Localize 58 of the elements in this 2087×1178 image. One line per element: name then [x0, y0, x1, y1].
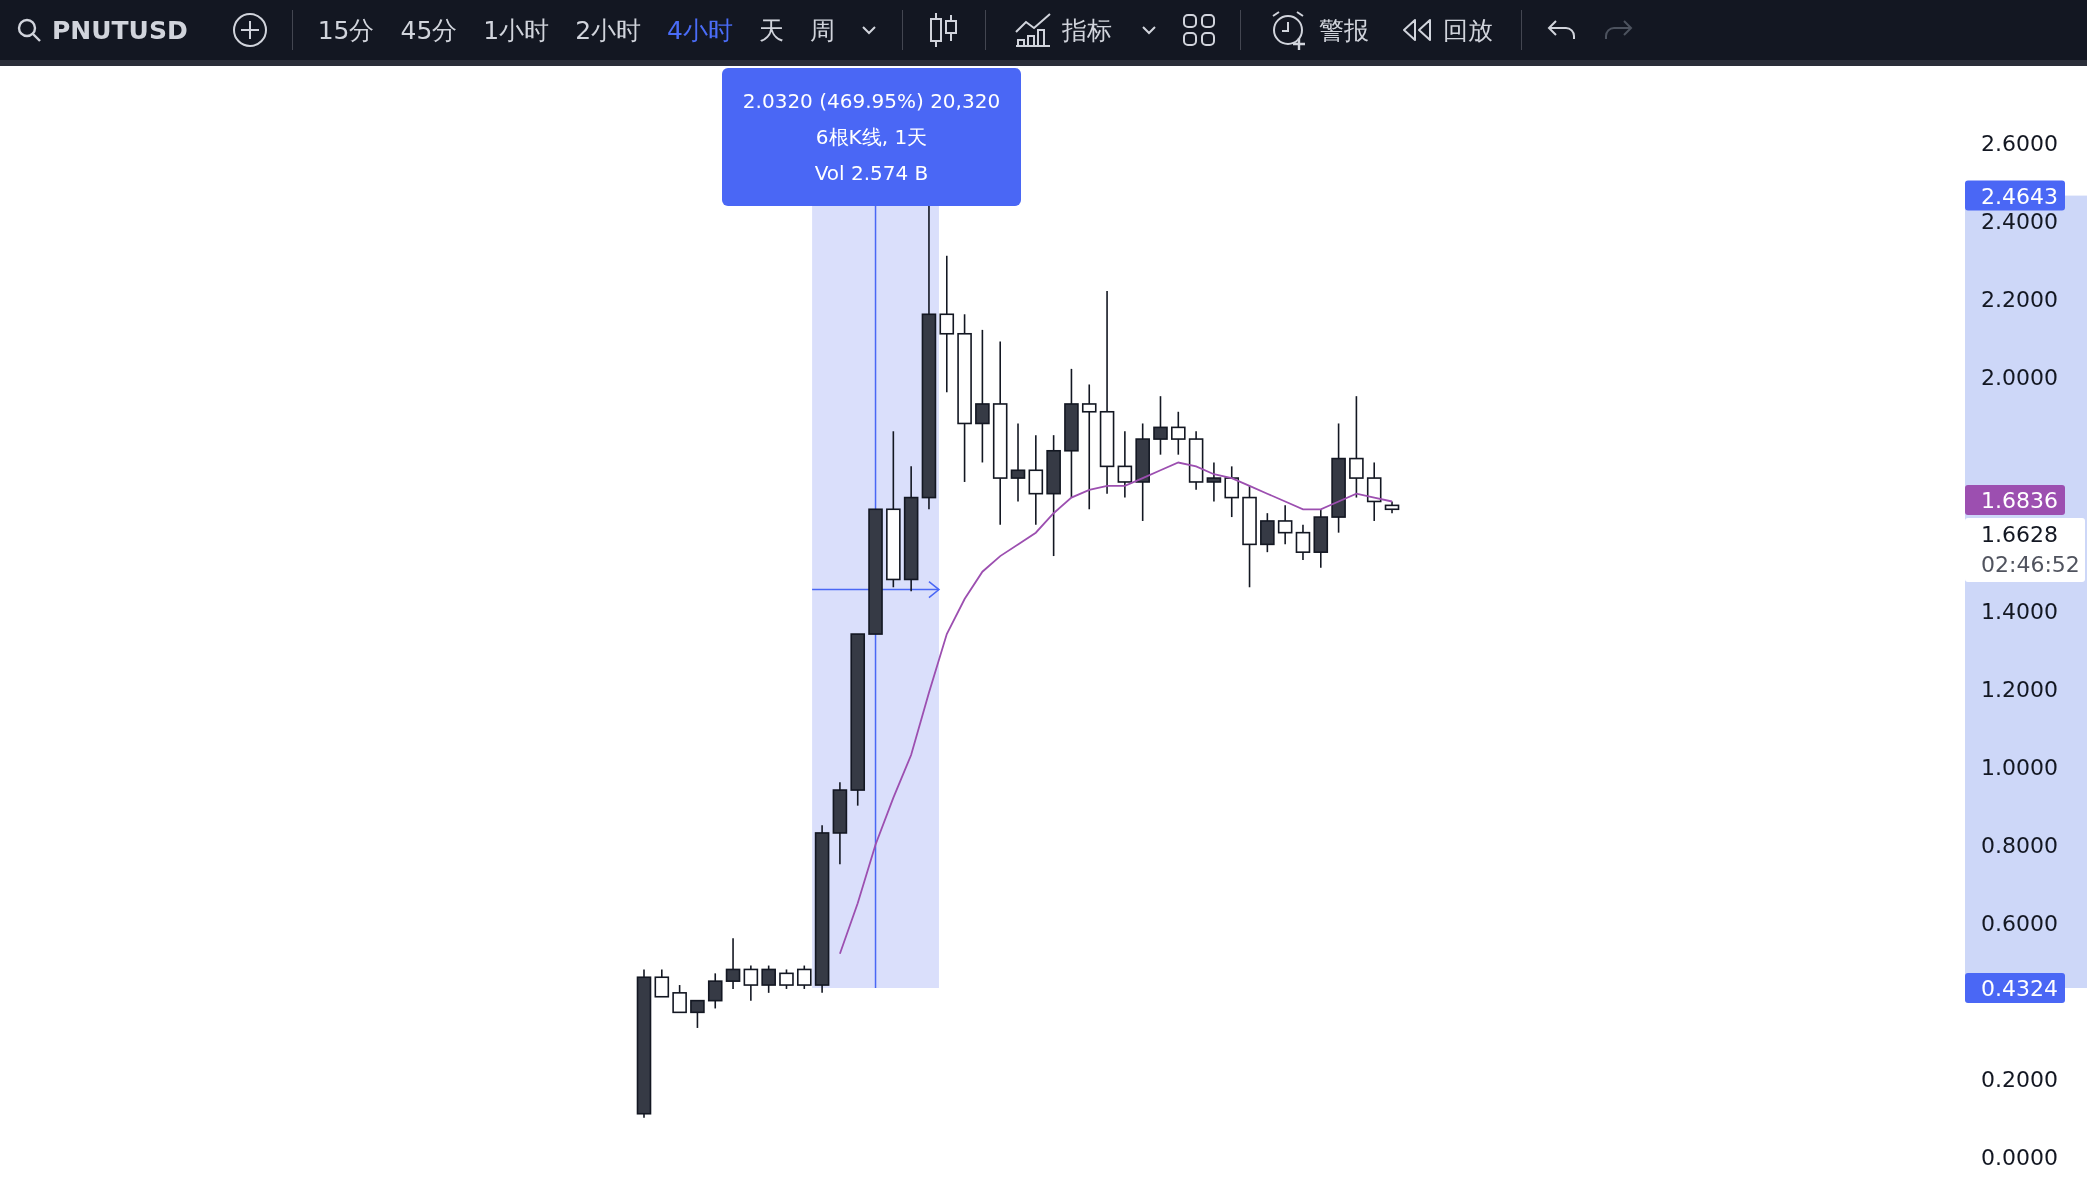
interval-button[interactable]: 45分: [389, 7, 469, 53]
replay-button[interactable]: 回放: [1387, 7, 1507, 53]
interval-button[interactable]: 4小时: [656, 7, 744, 53]
candlestick: [1313, 508, 1329, 569]
last-price-value: 1.6628: [1981, 522, 2058, 548]
price-axis-label: 0.2000: [1981, 1066, 2058, 1092]
price-axis-label: 1.2000: [1981, 676, 2058, 702]
alert-button[interactable]: 警报: [1255, 4, 1383, 56]
candlestick: [1366, 461, 1382, 522]
price-axis-label: 2.2000: [1981, 286, 2058, 312]
candlestick: [725, 937, 741, 990]
price-axis-label: 2.0000: [1981, 364, 2058, 390]
candlestick: [672, 984, 687, 1014]
price-axis-label: 1.4000: [1981, 598, 2058, 624]
candlestick: [1188, 430, 1204, 491]
candlestick: [654, 968, 670, 998]
price-badge-value: 2.4643: [1981, 183, 2058, 209]
rewind-icon: [1401, 17, 1433, 43]
candlestick: [1206, 461, 1222, 503]
candlestick: [1224, 465, 1240, 518]
plus-circle-icon: [231, 12, 268, 48]
price-axis-label: 0.6000: [1981, 910, 2058, 936]
candlestick: [779, 968, 794, 990]
indicators-button[interactable]: 指标: [1000, 6, 1126, 54]
bar-countdown: 02:46:52: [1981, 552, 2080, 578]
candlestick: [743, 964, 759, 1002]
price-badge-value: 1.6836: [1981, 488, 2058, 514]
price-badge-value: 0.4324: [1981, 976, 2058, 1001]
price-axis-label: 0.0000: [1981, 1144, 2058, 1170]
measure-tooltip-line: Vol 2.574 B: [814, 161, 929, 185]
price-axis-label: 0.8000: [1981, 832, 2058, 858]
price-axis-label: 2.4000: [1981, 208, 2058, 234]
interval-button[interactable]: 天: [748, 7, 795, 53]
interval-button[interactable]: 15分: [306, 7, 386, 53]
interval-button[interactable]: 2小时: [564, 7, 653, 53]
chevron-down-icon: [860, 24, 878, 36]
candlestick: [1295, 524, 1311, 561]
candlestick: [1260, 512, 1275, 553]
candlestick: [1384, 500, 1400, 514]
candlestick: [761, 964, 776, 994]
measure-tooltip-line: 6根K线, 1天: [815, 125, 928, 149]
price-axis-label: 2.6000: [1981, 130, 2058, 156]
symbol-search-button[interactable]: PNUTUSD: [6, 9, 218, 51]
candlestick: [1171, 410, 1186, 456]
grid-icon: [1182, 13, 1216, 47]
price-axis-label: 1.0000: [1981, 754, 2058, 780]
chevron-down-icon: [1140, 24, 1158, 36]
candlestick: [1117, 430, 1133, 499]
candlestick: [690, 999, 705, 1029]
measure-tooltip-line: 2.0320 (469.95%) 20,320: [742, 89, 1001, 113]
candlestick: [797, 964, 812, 990]
candlestick: [707, 972, 723, 1010]
chart-icon: [1014, 12, 1052, 48]
interval-button[interactable]: 1小时: [472, 7, 561, 53]
interval-button[interactable]: 周: [799, 7, 846, 53]
candlestick: [1277, 504, 1293, 546]
search-icon: [16, 17, 42, 43]
candlestick: [1153, 395, 1168, 456]
